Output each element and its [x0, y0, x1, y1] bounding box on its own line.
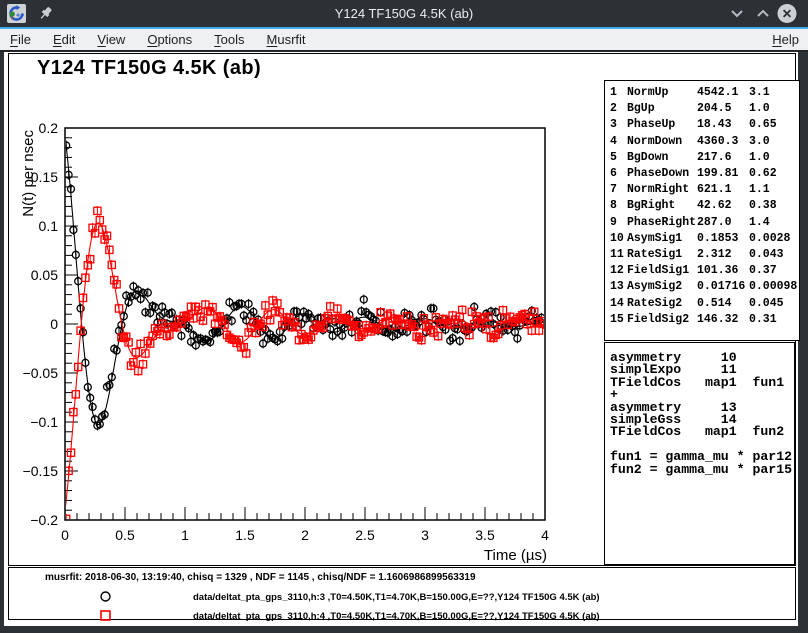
- param-row: 14RateSig20.5140.045: [610, 296, 799, 312]
- svg-text:0.2: 0.2: [39, 120, 59, 136]
- svg-text:−0.1: −0.1: [30, 414, 58, 430]
- svg-text:2.5: 2.5: [355, 527, 375, 543]
- svg-text:1.5: 1.5: [235, 527, 255, 543]
- data-markers: [63, 142, 548, 429]
- svg-text:3: 3: [421, 527, 429, 543]
- param-row: 2BgUp204.51.0: [610, 101, 799, 117]
- svg-text:0: 0: [61, 527, 69, 543]
- theory-function-panel: asymmetry 10 simplExpo 11 TFieldCos map1…: [604, 342, 795, 565]
- fit-status-text: musrfit: 2018-06-30, 13:19:40, chisq = 1…: [45, 572, 476, 583]
- main-plot-pad[interactable]: Y124 TF150G 4.5K (ab) 00.511.522.533.540…: [8, 53, 796, 566]
- param-row: 10AsymSig10.18530.0028: [610, 231, 799, 247]
- legend-item: data/deltat_pta_gps_3110,h:4 ,T0=4.50K,T…: [9, 609, 795, 623]
- param-row: 1NormUp4542.13.1: [610, 85, 799, 101]
- error-bars: [66, 206, 544, 524]
- svg-text:0.5: 0.5: [115, 527, 135, 543]
- svg-text:4: 4: [541, 527, 549, 543]
- root-canvas[interactable]: Y124 TF150G 4.5K (ab) 00.511.522.533.540…: [4, 52, 798, 626]
- param-row: 9PhaseRight287.01.4: [610, 215, 799, 231]
- param-row: 15FieldSig2146.320.31: [610, 312, 799, 328]
- svg-text:0.05: 0.05: [31, 267, 58, 283]
- legend-label: data/deltat_pta_gps_3110,h:3 ,T0=4.50K,T…: [193, 592, 600, 603]
- legend-label: data/deltat_pta_gps_3110,h:4 ,T0=4.50K,T…: [193, 611, 600, 622]
- menu-item-musrfit[interactable]: Musrfit: [256, 30, 317, 49]
- data-markers: [63, 207, 548, 522]
- svg-text:3.5: 3.5: [475, 527, 495, 543]
- svg-text:0: 0: [50, 316, 58, 332]
- plot-canvas[interactable]: 00.511.522.533.540.20.150.10.050−0.05−0.…: [9, 54, 609, 564]
- menubar: FileEditViewOptionsToolsMusrfit Help: [0, 29, 808, 52]
- theory-text: asymmetry 10 simplExpo 11 TFieldCos map1…: [610, 352, 794, 476]
- param-row: 11RateSig12.3120.043: [610, 247, 799, 263]
- legend-item: data/deltat_pta_gps_3110,h:3 ,T0=4.50K,T…: [9, 590, 795, 604]
- x-axis-title: Time (µs): [484, 547, 547, 564]
- param-row: 5BgDown217.61.0: [610, 150, 799, 166]
- param-row: 8BgRight42.620.38: [610, 198, 799, 214]
- menu-item-view[interactable]: View: [86, 30, 136, 49]
- legend-square-marker-icon: [99, 609, 112, 622]
- svg-text:−0.15: −0.15: [23, 463, 59, 479]
- maximize-button[interactable]: [752, 0, 774, 27]
- param-row: 12FieldSig1101.360.37: [610, 263, 799, 279]
- svg-text:1: 1: [181, 527, 189, 543]
- series-square: [63, 206, 548, 524]
- menu-item-options[interactable]: Options: [136, 30, 203, 49]
- legend-circle-marker-icon: [99, 590, 112, 603]
- titlebar[interactable]: ++ Y124 TF150G 4.5K (ab): [0, 0, 808, 27]
- svg-text:0.1: 0.1: [39, 218, 59, 234]
- svg-text:−0.05: −0.05: [23, 365, 59, 381]
- y-axis-title: N(t) per nsec: [20, 130, 37, 217]
- minimize-button[interactable]: [726, 0, 748, 27]
- error-bars: [66, 141, 544, 431]
- svg-text:2: 2: [301, 527, 309, 543]
- fit-parameter-table: 1NormUp4542.13.12BgUp204.51.03PhaseUp18.…: [604, 80, 800, 341]
- param-row: 4NormDown4360.33.0: [610, 134, 799, 150]
- param-row: 6PhaseDown199.810.62: [610, 166, 799, 182]
- menu-item-help[interactable]: Help: [761, 30, 808, 49]
- param-row: 3PhaseUp18.430.65: [610, 117, 799, 133]
- application-window: ++ Y124 TF150G 4.5K (ab) FileEditViewOpt: [0, 0, 808, 633]
- menu-item-file[interactable]: File: [0, 30, 42, 49]
- svg-text:−0.2: −0.2: [30, 512, 58, 528]
- menu-item-edit[interactable]: Edit: [42, 30, 86, 49]
- window-title: Y124 TF150G 4.5K (ab): [0, 0, 808, 27]
- menu-item-tools[interactable]: Tools: [203, 30, 255, 49]
- param-row: 13AsymSig20.017160.00098: [610, 279, 799, 295]
- fit-curve: [65, 136, 545, 425]
- close-button[interactable]: [776, 0, 798, 27]
- param-row: 7NormRight621.11.1: [610, 182, 799, 198]
- status-legend-pad: musrfit: 2018-06-30, 13:19:40, chisq = 1…: [8, 567, 796, 620]
- series-circle: [63, 136, 548, 431]
- plot-data-area: [63, 136, 548, 524]
